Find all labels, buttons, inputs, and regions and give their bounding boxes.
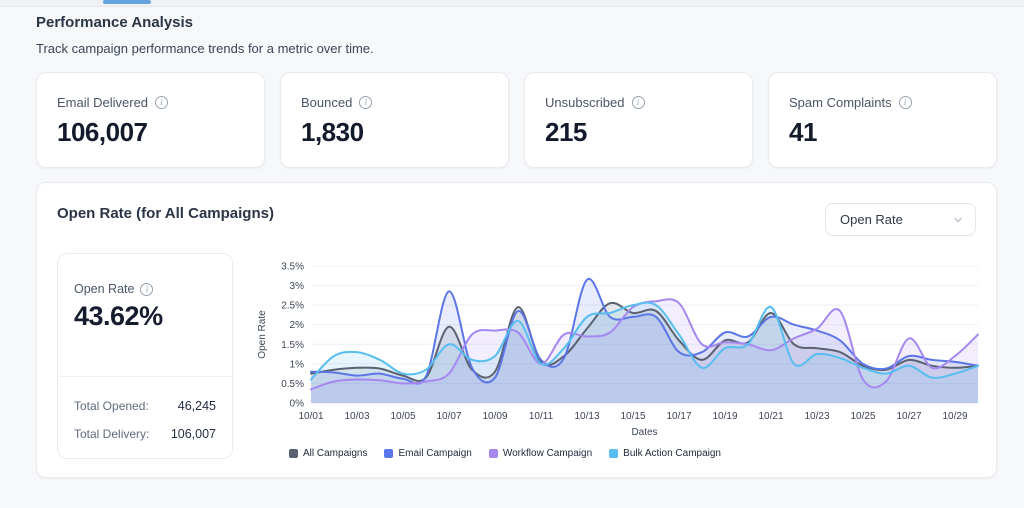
svg-text:10/13: 10/13: [574, 411, 599, 422]
summary-value: 43.62%: [74, 301, 216, 332]
svg-text:10/05: 10/05: [390, 411, 415, 422]
chart-card: Open Rate (for All Campaigns) Open Rate …: [36, 182, 997, 478]
open-rate-summary-panel: Open Rate i 43.62% Total Opened: 46,245 …: [57, 253, 233, 459]
svg-text:2.5%: 2.5%: [281, 301, 304, 312]
svg-text:10/17: 10/17: [666, 411, 691, 422]
svg-text:10/23: 10/23: [804, 411, 829, 422]
svg-text:Open Rate: Open Rate: [257, 310, 268, 359]
info-icon[interactable]: i: [632, 96, 645, 109]
legend-item-workflow-campaign[interactable]: Workflow Campaign: [489, 448, 592, 459]
info-icon[interactable]: i: [155, 96, 168, 109]
active-tab-indicator: [103, 0, 151, 4]
stat-value: 215: [545, 117, 732, 148]
svg-text:10/01: 10/01: [298, 411, 323, 422]
svg-text:0%: 0%: [290, 399, 305, 410]
svg-text:10/19: 10/19: [712, 411, 737, 422]
stat-label: Spam Complaints: [789, 95, 892, 110]
page-title: Performance Analysis: [36, 14, 193, 31]
info-icon[interactable]: i: [359, 96, 372, 109]
legend-item-email-campaign[interactable]: Email Campaign: [384, 448, 471, 459]
stat-card-spam-complaints: Spam Complaints i 41: [768, 72, 997, 168]
svg-text:3.5%: 3.5%: [281, 262, 304, 273]
svg-text:10/27: 10/27: [896, 411, 921, 422]
stat-card-bounced: Bounced i 1,830: [280, 72, 509, 168]
svg-text:2%: 2%: [290, 320, 305, 331]
summary-row-total-delivery: Total Delivery: 106,007: [74, 427, 216, 441]
svg-text:Dates: Dates: [631, 427, 657, 438]
stat-value: 1,830: [301, 117, 488, 148]
stat-value: 41: [789, 117, 976, 148]
stat-value: 106,007: [57, 117, 244, 148]
stat-card-email-delivered: Email Delivered i 106,007: [36, 72, 265, 168]
legend-swatch: [609, 449, 618, 458]
svg-text:10/07: 10/07: [436, 411, 461, 422]
stat-card-unsubscribed: Unsubscribed i 215: [524, 72, 753, 168]
summary-label: Open Rate: [74, 282, 134, 296]
page-subtitle: Track campaign performance trends for a …: [36, 41, 374, 56]
legend-swatch: [289, 449, 298, 458]
metric-dropdown[interactable]: Open Rate: [825, 203, 976, 236]
svg-text:1.5%: 1.5%: [281, 340, 304, 351]
legend-item-all-campaigns[interactable]: All Campaigns: [289, 448, 367, 459]
chevron-down-icon: [953, 215, 963, 225]
chart-title: Open Rate (for All Campaigns): [57, 205, 274, 222]
chart-legend: All Campaigns Email Campaign Workflow Ca…: [289, 448, 721, 459]
info-icon[interactable]: i: [899, 96, 912, 109]
svg-text:10/25: 10/25: [850, 411, 875, 422]
legend-swatch: [384, 449, 393, 458]
svg-text:10/21: 10/21: [758, 411, 783, 422]
svg-text:1%: 1%: [290, 359, 305, 370]
open-rate-chart[interactable]: 0% 0.5% 1% 1.5% 2% 2.5% 3% 3.5% 10/01 10/03 10/05 1…: [251, 255, 996, 447]
top-strip: [0, 0, 1024, 7]
summary-row-total-opened: Total Opened: 46,245: [74, 399, 216, 413]
metric-dropdown-value: Open Rate: [840, 212, 903, 227]
svg-text:10/11: 10/11: [529, 411, 554, 422]
stat-label: Unsubscribed: [545, 95, 625, 110]
svg-text:10/09: 10/09: [482, 411, 507, 422]
stat-label: Email Delivered: [57, 95, 148, 110]
stat-label: Bounced: [301, 95, 352, 110]
svg-text:10/29: 10/29: [942, 411, 967, 422]
svg-text:3%: 3%: [290, 281, 305, 292]
svg-text:10/15: 10/15: [620, 411, 645, 422]
svg-text:0.5%: 0.5%: [281, 379, 304, 390]
legend-item-bulk-action-campaign[interactable]: Bulk Action Campaign: [609, 448, 721, 459]
legend-swatch: [489, 449, 498, 458]
info-icon[interactable]: i: [140, 283, 153, 296]
svg-text:10/03: 10/03: [344, 411, 369, 422]
